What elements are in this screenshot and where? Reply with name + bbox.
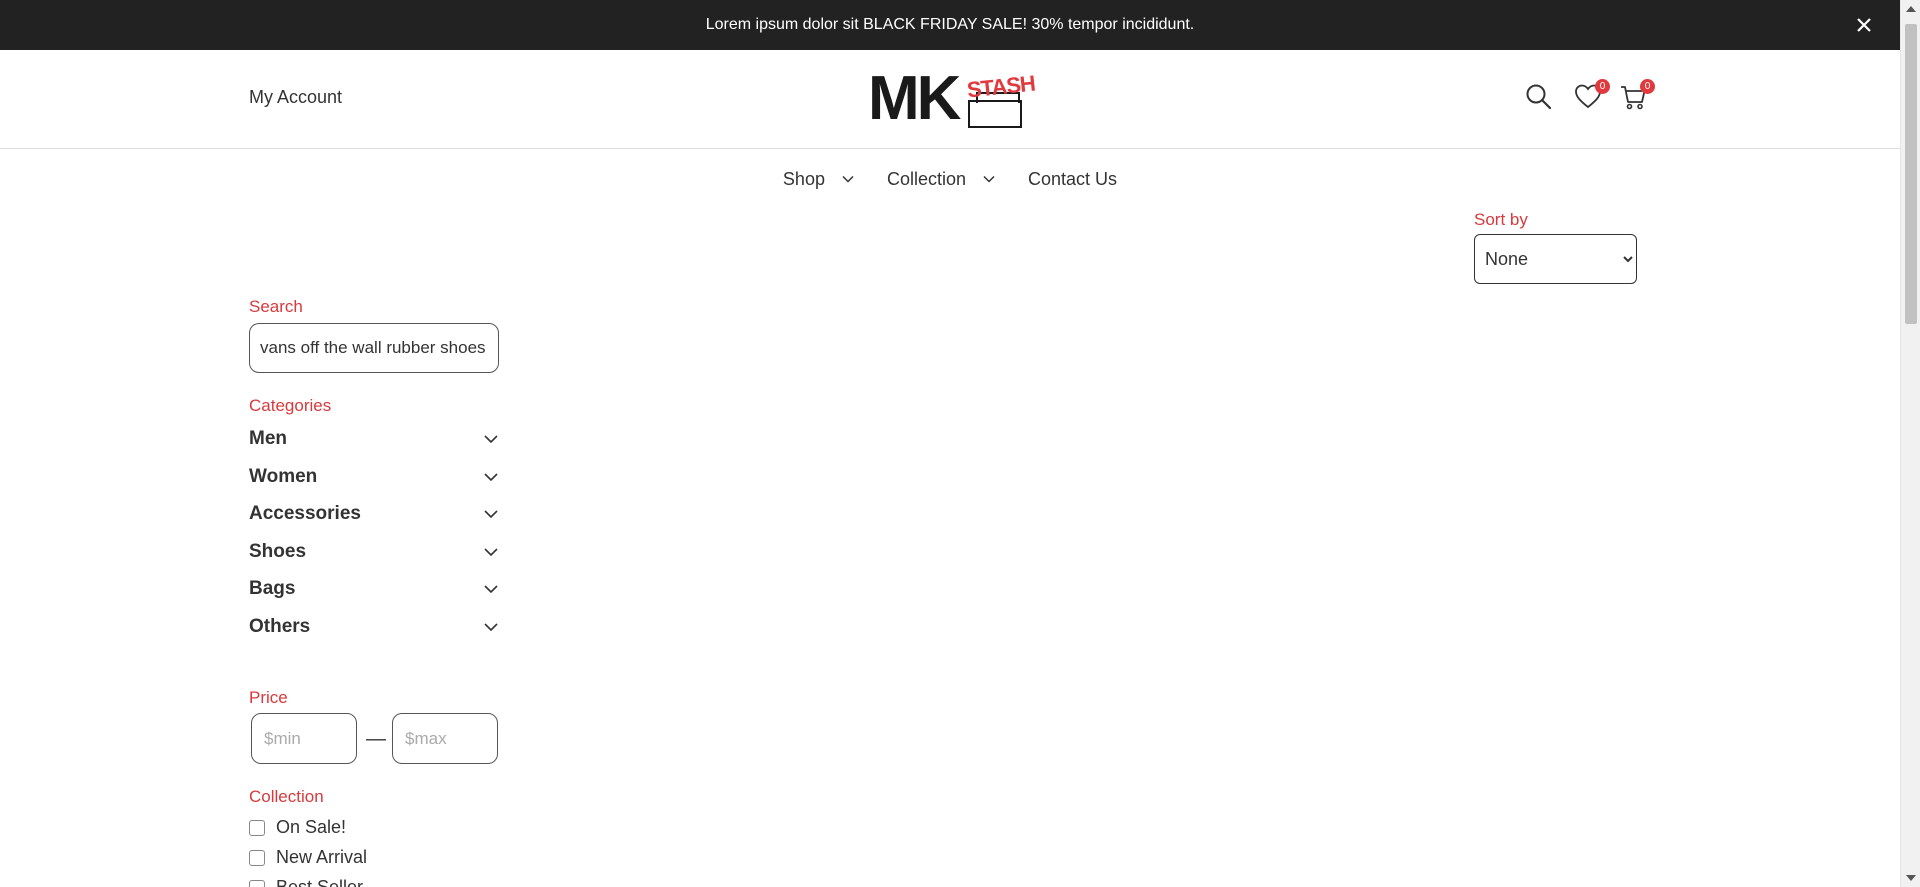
- category-shoes[interactable]: Shoes: [249, 537, 499, 567]
- logo-accent: STASH: [965, 70, 1037, 103]
- category-label: Bags: [249, 578, 296, 599]
- nav-contact-us-label: Contact Us: [1028, 168, 1118, 189]
- category-label: Accessories: [249, 503, 361, 524]
- search-input[interactable]: vans off the wall rubber shoes: [249, 323, 499, 373]
- category-accessories[interactable]: Accessories: [249, 499, 499, 529]
- chevron-down-icon: [484, 473, 498, 482]
- search-label: Search: [249, 297, 303, 316]
- scroll-down-icon[interactable]: [1906, 875, 1916, 881]
- collection-label: Collection: [249, 787, 324, 806]
- category-men[interactable]: Men: [249, 424, 499, 454]
- nav-shop[interactable]: Shop: [767, 169, 871, 190]
- nav-collection[interactable]: Collection: [871, 169, 1012, 190]
- search-icon[interactable]: [1525, 83, 1555, 113]
- collection-best-seller[interactable]: Best Seller: [249, 877, 363, 887]
- main-nav: Shop Collection Contact Us: [0, 150, 1900, 208]
- close-icon[interactable]: [1852, 13, 1876, 37]
- category-women[interactable]: Women: [249, 462, 499, 492]
- site-logo[interactable]: MK STASH: [868, 64, 1036, 133]
- nav-contact-us[interactable]: Contact Us: [1012, 169, 1133, 190]
- collection-new-arrival[interactable]: New Arrival: [249, 847, 367, 868]
- sort-select[interactable]: None: [1474, 234, 1637, 284]
- logo-box-icon: [968, 92, 1022, 128]
- chevron-down-icon: [484, 585, 498, 594]
- category-others[interactable]: Others: [249, 612, 499, 642]
- collection-option-label: New Arrival: [276, 847, 368, 867]
- sort-label: Sort by: [1474, 210, 1528, 229]
- scroll-up-icon[interactable]: [1906, 6, 1916, 12]
- chevron-down-icon: [484, 548, 498, 557]
- cart-button[interactable]: 0: [1619, 79, 1655, 113]
- chevron-down-icon: [983, 175, 995, 183]
- checkbox[interactable]: [249, 879, 265, 887]
- search-input-value: vans off the wall rubber shoes: [260, 338, 486, 357]
- category-label: Women: [249, 466, 318, 487]
- site-header: My Account MK STASH 0 0: [0, 50, 1900, 149]
- announcement-bar: Lorem ipsum dolor sit BLACK FRIDAY SALE!…: [0, 0, 1900, 50]
- category-label: Others: [249, 616, 311, 637]
- checkbox[interactable]: [249, 819, 265, 836]
- chevron-down-icon: [842, 175, 854, 183]
- logo-mark: MK: [868, 64, 961, 133]
- category-bags[interactable]: Bags: [249, 574, 499, 604]
- price-min-input[interactable]: [251, 713, 357, 764]
- collection-on-sale[interactable]: On Sale!: [249, 817, 346, 838]
- cart-count-badge: 0: [1640, 79, 1655, 94]
- page-scrollbar[interactable]: [1900, 0, 1920, 887]
- categories-label: Categories: [249, 396, 332, 415]
- chevron-down-icon: [484, 435, 498, 444]
- my-account-link[interactable]: My Account: [249, 87, 342, 108]
- chevron-down-icon: [484, 623, 498, 632]
- price-max-input[interactable]: [392, 713, 498, 764]
- checkbox[interactable]: [249, 849, 265, 866]
- scrollbar-thumb[interactable]: [1905, 24, 1917, 324]
- collection-option-label: On Sale!: [276, 817, 347, 837]
- category-label: Men: [249, 428, 287, 449]
- nav-collection-label: Collection: [886, 168, 967, 189]
- collection-option-label: Best Seller: [276, 877, 364, 887]
- category-label: Shoes: [249, 541, 307, 562]
- announcement-text: Lorem ipsum dolor sit BLACK FRIDAY SALE!…: [705, 16, 1195, 33]
- chevron-down-icon: [484, 510, 498, 519]
- price-label: Price: [249, 688, 288, 707]
- wishlist-count-badge: 0: [1595, 79, 1610, 94]
- price-range-separator: —: [366, 728, 386, 750]
- wishlist-button[interactable]: 0: [1574, 79, 1610, 113]
- nav-shop-label: Shop: [782, 168, 825, 189]
